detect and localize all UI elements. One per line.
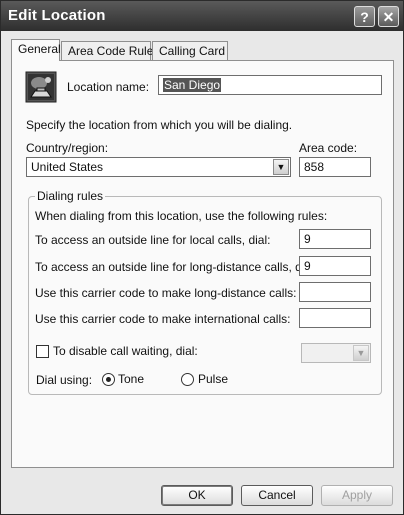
location-name-label: Location name: [67, 80, 150, 94]
location-name-value: San Diego [163, 78, 222, 92]
pulse-label[interactable]: Pulse [198, 372, 228, 386]
window-title: Edit Location [8, 7, 106, 24]
close-button[interactable]: ✕ [378, 6, 399, 27]
cancel-button[interactable]: Cancel [241, 485, 313, 506]
carrier-long-distance-input[interactable] [299, 282, 371, 302]
specify-location-text: Specify the location from which you will… [26, 118, 293, 132]
country-region-label: Country/region: [26, 141, 109, 155]
tone-label[interactable]: Tone [118, 372, 144, 386]
ok-button[interactable]: OK [161, 485, 233, 506]
country-region-select[interactable]: United States ▼ [26, 157, 291, 177]
local-calls-label: To access an outside line for local call… [35, 233, 271, 247]
call-waiting-select[interactable]: ▼ [301, 343, 371, 363]
dialing-rules-label: Dialing rules [35, 189, 106, 203]
dial-using-label: Dial using: [36, 373, 93, 387]
close-icon: ✕ [382, 9, 395, 25]
local-calls-input[interactable]: 9 [299, 229, 371, 249]
radio-selected-dot [106, 377, 111, 382]
carrier-international-label: Use this carrier code to make internatio… [35, 312, 291, 326]
tone-radio[interactable] [102, 373, 115, 386]
disable-call-waiting-checkbox[interactable] [36, 345, 49, 358]
chevron-down-icon[interactable]: ▼ [353, 345, 369, 361]
location-name-input[interactable]: San Diego [158, 75, 382, 95]
edit-location-dialog: Edit Location ? ✕ General Area Code Rule… [0, 0, 404, 515]
tab-calling-card[interactable]: Calling Card [152, 41, 228, 60]
location-phone-icon [25, 71, 57, 103]
general-panel: Location name: San Diego Specify the loc… [11, 60, 394, 468]
carrier-long-distance-label: Use this carrier code to make long-dista… [35, 286, 297, 300]
area-code-label: Area code: [299, 141, 358, 155]
title-bar[interactable]: Edit Location ? ✕ [1, 1, 403, 31]
area-code-input[interactable]: 858 [299, 157, 371, 177]
help-button[interactable]: ? [354, 6, 375, 27]
help-icon: ? [360, 9, 369, 25]
apply-button[interactable]: Apply [321, 485, 393, 506]
dialing-rules-group: Dialing rules When dialing from this loc… [28, 189, 382, 395]
chevron-down-icon[interactable]: ▼ [273, 159, 289, 175]
carrier-international-input[interactable] [299, 308, 371, 328]
long-distance-input[interactable]: 9 [299, 256, 371, 276]
tab-area-code-rules[interactable]: Area Code Rules [61, 41, 159, 60]
pulse-radio[interactable] [181, 373, 194, 386]
dialing-rules-intro: When dialing from this location, use the… [35, 209, 328, 223]
country-region-value: United States [31, 160, 104, 174]
disable-call-waiting-label[interactable]: To disable call waiting, dial: [53, 344, 198, 358]
long-distance-label: To access an outside line for long-dista… [35, 260, 318, 274]
tab-general[interactable]: General [11, 39, 61, 61]
